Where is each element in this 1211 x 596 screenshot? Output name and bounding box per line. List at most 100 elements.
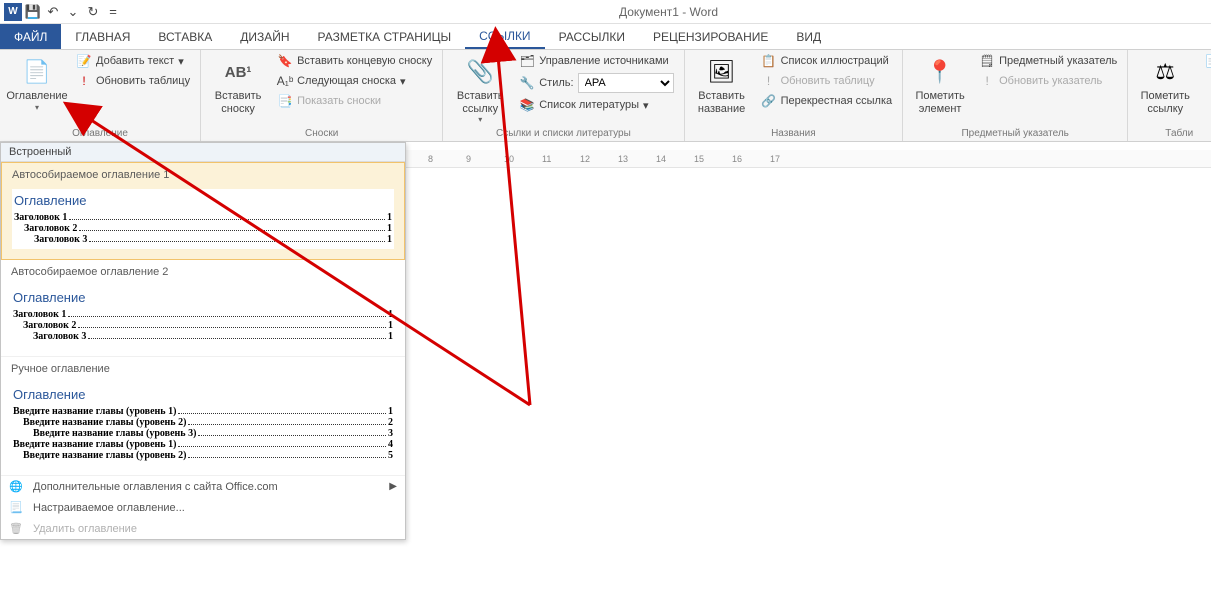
toc-remove: 🗑Удалить оглавление bbox=[1, 518, 405, 539]
update-table-label: Обновить таблицу bbox=[96, 75, 190, 87]
group-captions-label: Названия bbox=[691, 126, 897, 141]
toc-preview-lines: Заголовок 11Заголовок 21Заголовок 31 bbox=[14, 212, 392, 245]
toc-option-auto1[interactable]: Автособираемое оглавление 1 Оглавление З… bbox=[1, 162, 405, 260]
show-notes-icon: 📑 bbox=[277, 93, 293, 109]
tab-view[interactable]: ВИД bbox=[782, 24, 835, 49]
insert-footnote-button[interactable]: AB¹ Вставить сноску bbox=[207, 52, 269, 115]
next-footnote-label: Следующая сноска bbox=[297, 75, 396, 87]
figures-icon: 📋 bbox=[761, 53, 777, 69]
insert-endnote-button[interactable]: 🔖Вставить концевую сноску bbox=[273, 52, 436, 70]
toc-preview: Оглавление Заголовок 11Заголовок 21Загол… bbox=[11, 286, 395, 346]
group-index: 📍 Пометить элемент 🗒 Предметный указатель… bbox=[903, 50, 1128, 141]
update-icon: ! bbox=[979, 73, 995, 89]
next-footnote-icon: A₁ᵇ bbox=[277, 73, 293, 89]
toc-line: Заголовок 11 bbox=[14, 212, 392, 223]
toc-preview-heading: Оглавление bbox=[14, 193, 392, 208]
manage-sources-icon: 🗂 bbox=[519, 53, 535, 69]
toc-line: Заголовок 21 bbox=[13, 320, 393, 331]
insert-index-label: Предметный указатель bbox=[999, 55, 1117, 67]
toc-preview-lines: Введите название главы (уровень 1)1 Введи… bbox=[13, 406, 393, 461]
qat-eq-icon: = bbox=[104, 3, 122, 21]
update-index-button[interactable]: ! Обновить указатель bbox=[975, 72, 1121, 90]
group-citations-label: Ссылки и списки литературы bbox=[449, 126, 677, 141]
group-footnotes: AB¹ Вставить сноску 🔖Вставить концевую с… bbox=[201, 50, 443, 141]
authorities-extra-button[interactable]: 📄 bbox=[1200, 52, 1211, 70]
group-authorities: ⚖ Пометить ссылку 📄 Табли bbox=[1128, 50, 1211, 141]
cross-reference-button[interactable]: 🔗Перекрестная ссылка bbox=[757, 92, 897, 110]
group-index-label: Предметный указатель bbox=[909, 126, 1121, 141]
toc-option-auto1-title: Автособираемое оглавление 1 bbox=[12, 169, 394, 181]
tab-design[interactable]: ДИЗАЙН bbox=[226, 24, 303, 49]
add-text-label: Добавить текст bbox=[96, 55, 174, 67]
update-figures-table-button[interactable]: ! Обновить таблицу bbox=[757, 72, 897, 90]
group-toc: 📄 Оглавление ▾ 📝 Добавить текст ▾ !Обнови… bbox=[0, 50, 201, 141]
tab-references[interactable]: ССЫЛКИ bbox=[465, 24, 544, 49]
footnote-icon: AB¹ bbox=[222, 56, 254, 88]
undo-icon[interactable]: ↶ bbox=[44, 3, 62, 21]
bibliography-button[interactable]: 📚Список литературы ▾ bbox=[515, 96, 677, 114]
mark-entry-icon: 📍 bbox=[924, 56, 956, 88]
caption-icon: 🖼 bbox=[706, 56, 738, 88]
toc-option-auto2[interactable]: Автособираемое оглавление 2 Оглавление З… bbox=[1, 260, 405, 357]
qat-more-icon[interactable]: ⌄ bbox=[64, 3, 82, 21]
tab-mailings[interactable]: РАССЫЛКИ bbox=[545, 24, 639, 49]
group-authorities-label: Табли bbox=[1134, 126, 1211, 141]
custom-toc-icon: 📃 bbox=[9, 501, 25, 514]
update-table-button[interactable]: !Обновить таблицу bbox=[72, 72, 194, 90]
group-toc-label: Оглавление bbox=[6, 126, 194, 141]
update-figures-table-label: Обновить таблицу bbox=[781, 75, 875, 87]
tab-home[interactable]: ГЛАВНАЯ bbox=[61, 24, 144, 49]
tab-review[interactable]: РЕЦЕНЗИРОВАНИЕ bbox=[639, 24, 782, 49]
style-icon: 🔧 bbox=[519, 75, 535, 91]
toc-preview: Оглавление Введите название главы (урове… bbox=[11, 383, 395, 465]
tab-file[interactable]: ФАЙЛ bbox=[0, 24, 61, 49]
toc-option-manual[interactable]: Ручное оглавление Оглавление Введите наз… bbox=[1, 357, 405, 476]
toc-button[interactable]: 📄 Оглавление ▾ bbox=[6, 52, 68, 112]
dropdown-arrow-icon: ▾ bbox=[478, 115, 482, 124]
citation-icon: 📎 bbox=[464, 56, 496, 88]
toc-preview-heading: Оглавление bbox=[13, 290, 393, 305]
globe-icon: 🌐 bbox=[9, 480, 25, 493]
citation-style-label: Стиль: bbox=[539, 77, 573, 89]
insert-caption-label: Вставить название bbox=[691, 90, 753, 115]
toc-line: Введите название главы (уровень 1)1 bbox=[13, 406, 393, 417]
toc-line: Введите название главы (уровень 1)4 bbox=[13, 439, 393, 450]
toc-custom[interactable]: 📃Настраиваемое оглавление... bbox=[1, 497, 405, 518]
insert-citation-label: Вставить ссылку bbox=[449, 90, 511, 115]
toc-more-online[interactable]: 🌐Дополнительные оглавления с сайта Offic… bbox=[1, 476, 405, 497]
citation-style-select[interactable]: APA bbox=[578, 73, 674, 93]
tab-layout[interactable]: РАЗМЕТКА СТРАНИЦЫ bbox=[304, 24, 466, 49]
insert-index-button[interactable]: 🗒 Предметный указатель bbox=[975, 52, 1121, 70]
citation-style-row: 🔧 Стиль: APA bbox=[515, 72, 677, 94]
update-icon: ! bbox=[761, 73, 777, 89]
manage-sources-label: Управление источниками bbox=[539, 55, 668, 67]
ribbon-tabs: ФАЙЛ ГЛАВНАЯ ВСТАВКА ДИЗАЙН РАЗМЕТКА СТР… bbox=[0, 24, 1211, 50]
insert-citation-button[interactable]: 📎 Вставить ссылку ▾ bbox=[449, 52, 511, 124]
mark-entry-button[interactable]: 📍 Пометить элемент bbox=[909, 52, 971, 115]
insert-figures-table-button[interactable]: 📋Список иллюстраций bbox=[757, 52, 897, 70]
dropdown-arrow-icon: ▾ bbox=[35, 103, 39, 112]
toc-gallery-builtin-header: Встроенный bbox=[1, 143, 405, 162]
toc-option-auto2-title: Автособираемое оглавление 2 bbox=[11, 266, 395, 278]
index-icon: 🗒 bbox=[979, 53, 995, 69]
show-notes-button[interactable]: 📑Показать сноски bbox=[273, 92, 436, 110]
toc-preview: Оглавление Заголовок 11Заголовок 21Загол… bbox=[12, 189, 394, 249]
save-icon[interactable]: 💾 bbox=[24, 3, 42, 21]
mark-citation-button[interactable]: ⚖ Пометить ссылку bbox=[1134, 52, 1196, 115]
add-text-button[interactable]: 📝Добавить текст ▾ bbox=[72, 52, 194, 70]
toc-preview-lines: Заголовок 11Заголовок 21Заголовок 31 bbox=[13, 309, 393, 342]
toc-line: Заголовок 31 bbox=[14, 234, 392, 245]
add-text-icon: 📝 bbox=[76, 53, 92, 69]
next-footnote-button[interactable]: A₁ᵇСледующая сноска ▾ bbox=[273, 72, 436, 90]
toc-line: Введите название главы (уровень 3)3 bbox=[13, 428, 393, 439]
title-bar: W 💾 ↶ ⌄ ↻ = Документ1 - Word bbox=[0, 0, 1211, 24]
redo-icon[interactable]: ↻ bbox=[84, 3, 102, 21]
update-index-label: Обновить указатель bbox=[999, 75, 1102, 87]
tab-insert[interactable]: ВСТАВКА bbox=[144, 24, 226, 49]
insert-caption-button[interactable]: 🖼 Вставить название bbox=[691, 52, 753, 115]
toc-line: Заголовок 31 bbox=[13, 331, 393, 342]
toc-preview-heading: Оглавление bbox=[13, 387, 393, 402]
group-footnotes-label: Сноски bbox=[207, 126, 436, 141]
insert-endnote-label: Вставить концевую сноску bbox=[297, 55, 432, 67]
manage-sources-button[interactable]: 🗂 Управление источниками bbox=[515, 52, 677, 70]
